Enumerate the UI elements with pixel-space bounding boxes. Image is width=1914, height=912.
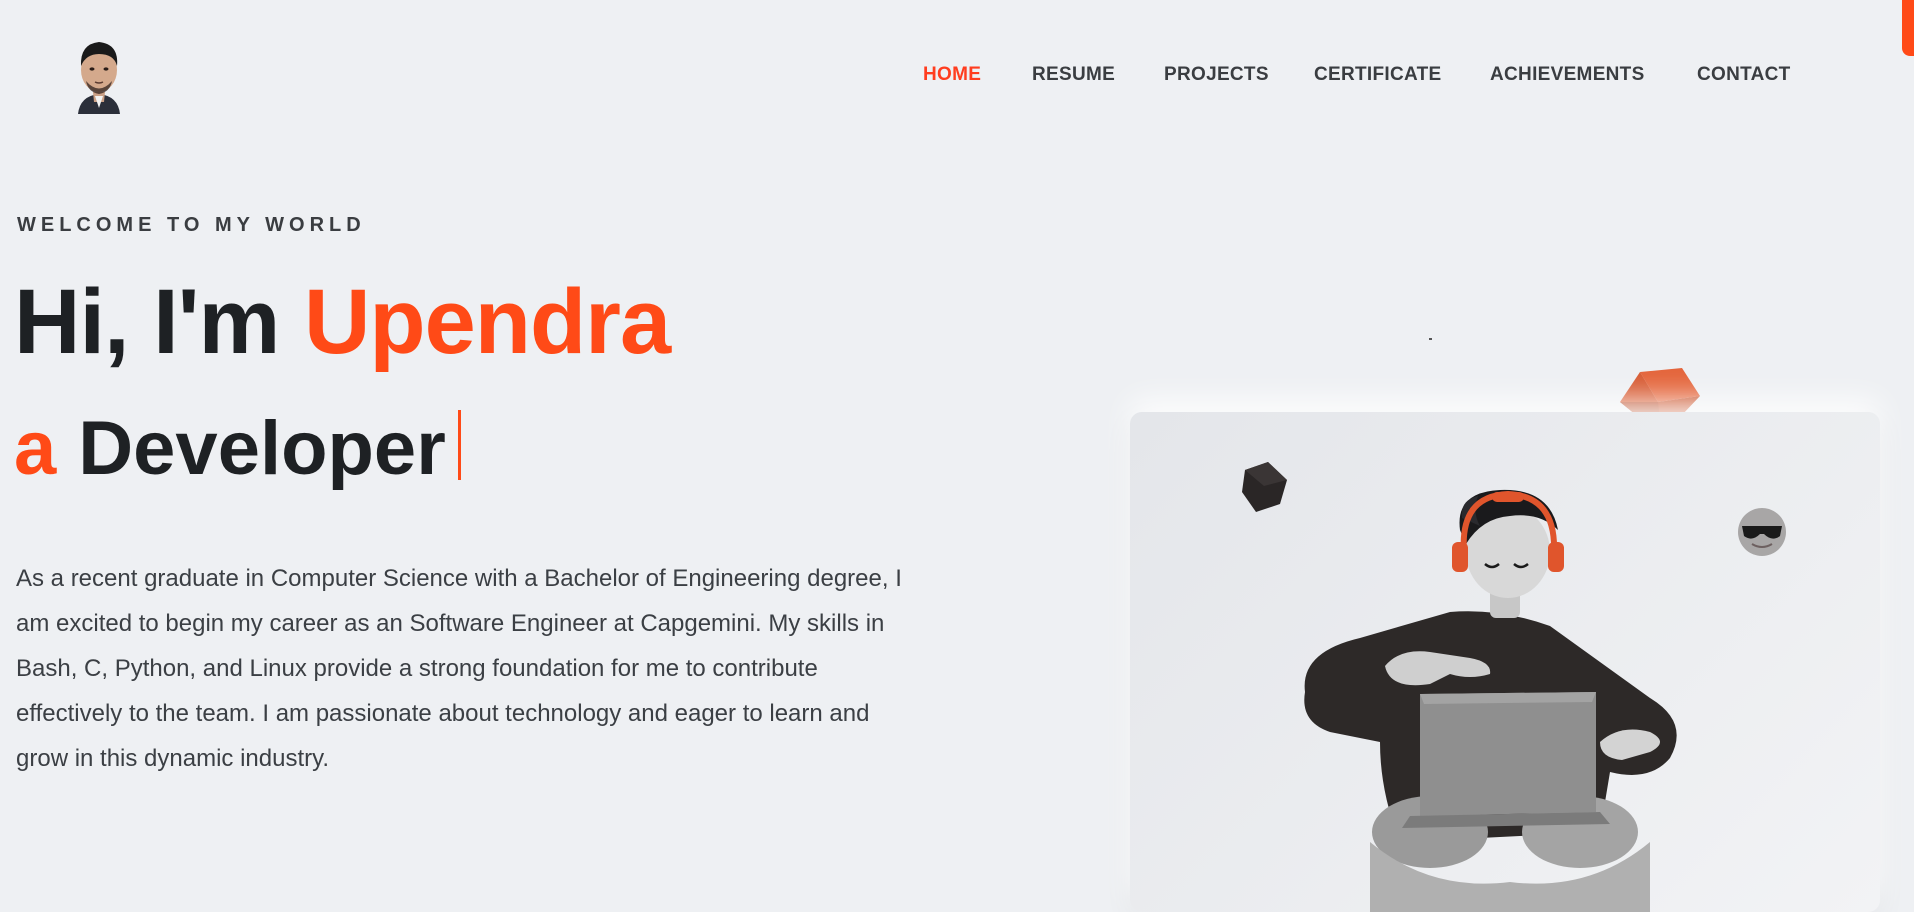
- illustration-card: [1130, 412, 1880, 912]
- developer-with-laptop-icon: [1242, 462, 1786, 912]
- role-prefix: a: [14, 406, 57, 491]
- nav-achievements[interactable]: ACHIEVEMENTS: [1490, 64, 1645, 86]
- main-nav: HOME RESUME PROJECTS CERTIFICATE ACHIEVE…: [0, 0, 1914, 152]
- name-text: Upendra: [303, 271, 671, 373]
- welcome-eyebrow: WELCOME TO MY WORLD: [17, 214, 366, 236]
- hero-headline: Hi, I'm Upendra: [14, 276, 671, 368]
- decorative-dot: [1429, 338, 1432, 340]
- nav-contact[interactable]: CONTACT: [1697, 64, 1791, 86]
- typing-caret: [457, 410, 461, 480]
- nav-home[interactable]: HOME: [923, 64, 981, 86]
- role-line: a Developer: [14, 410, 461, 487]
- nav-projects[interactable]: PROJECTS: [1164, 64, 1269, 86]
- greeting-text: Hi, I'm: [14, 271, 280, 373]
- nav-resume[interactable]: RESUME: [1032, 64, 1115, 86]
- role-text: Developer: [78, 406, 446, 491]
- nav-certificate[interactable]: CERTIFICATE: [1314, 64, 1442, 86]
- bio-paragraph: As a recent graduate in Computer Science…: [16, 565, 902, 772]
